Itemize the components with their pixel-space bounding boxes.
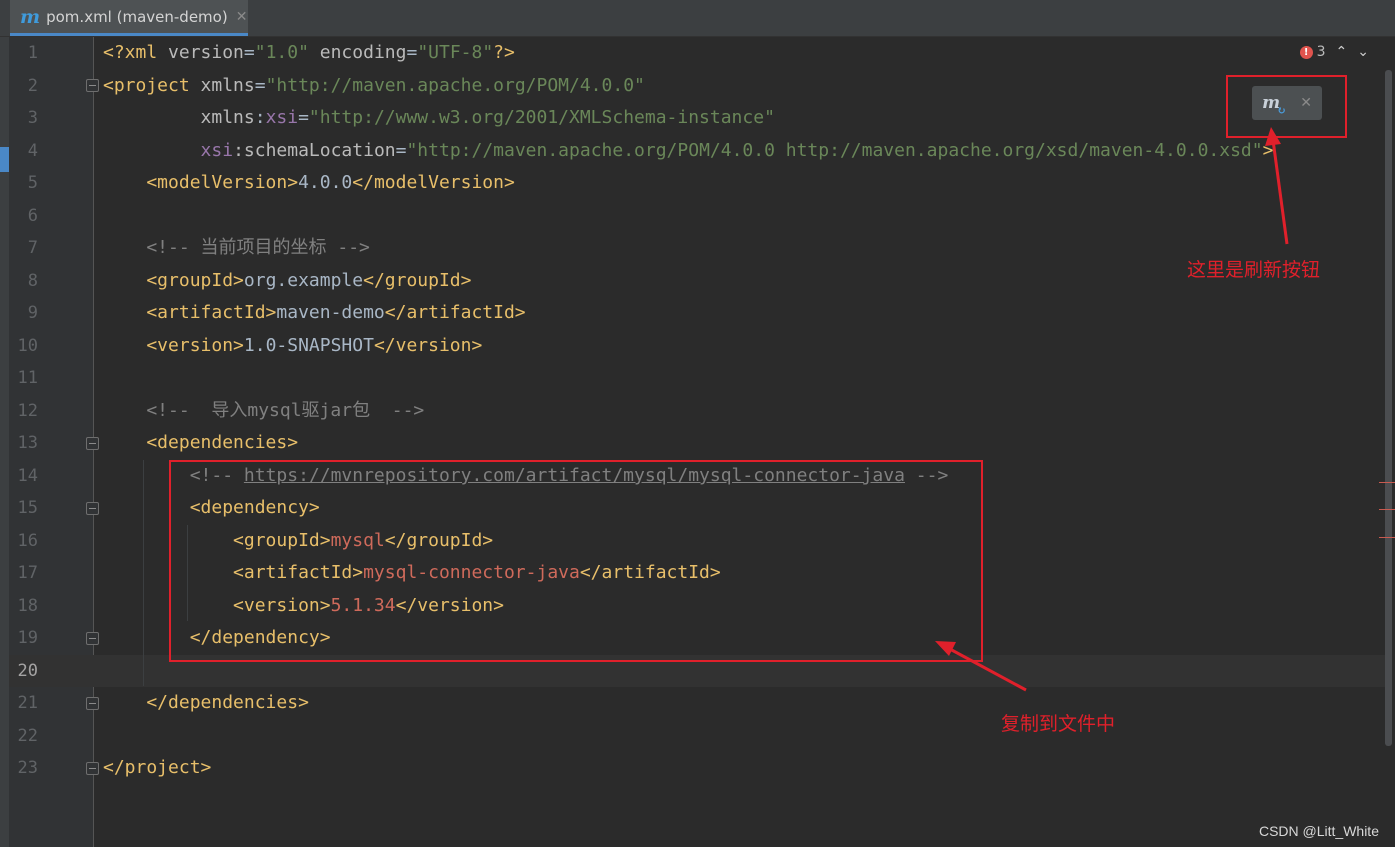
line-number: 19 xyxy=(17,628,38,648)
line-number: 3 xyxy=(27,108,38,128)
line-number: 21 xyxy=(17,693,38,713)
error-stripe-mark[interactable] xyxy=(1379,482,1395,483)
fold-marker[interactable] xyxy=(86,437,99,450)
code-line-21[interactable]: </dependencies> xyxy=(103,687,309,719)
code-line-1[interactable]: <?xml version="1.0" encoding="UTF-8"?> xyxy=(103,37,515,69)
next-highlight-icon[interactable]: ⌄ xyxy=(1357,44,1369,60)
error-count: 3 xyxy=(1316,44,1326,60)
vertical-scrollbar[interactable] xyxy=(1385,70,1392,746)
line-number: 13 xyxy=(17,433,38,453)
code-line-4[interactable]: xsi:schemaLocation="http://maven.apache.… xyxy=(103,135,1274,167)
code-line-5[interactable]: <modelVersion>4.0.0</modelVersion> xyxy=(103,167,514,199)
fold-marker[interactable] xyxy=(86,697,99,710)
line-number: 8 xyxy=(27,271,38,291)
line-number: 6 xyxy=(27,206,38,226)
dependency-highlight-box xyxy=(169,460,983,662)
code-line-2[interactable]: <project xmlns="http://maven.apache.org/… xyxy=(103,70,645,102)
tab-close-icon[interactable]: ✕ xyxy=(236,9,248,25)
fold-marker[interactable] xyxy=(86,762,99,775)
tab-pom-xml[interactable]: m pom.xml (maven-demo) ✕ xyxy=(10,0,248,36)
code-line-23[interactable]: </project> xyxy=(103,752,211,784)
refresh-highlight-box xyxy=(1226,75,1347,138)
code-line-13[interactable]: <dependencies> xyxy=(103,427,298,459)
refresh-annotation: 这里是刷新按钮 xyxy=(1187,259,1321,281)
line-number: 23 xyxy=(17,758,38,778)
inspection-widget[interactable]: ! 3 ⌃ ⌄ xyxy=(1299,44,1369,60)
line-number: 18 xyxy=(17,596,38,616)
editor-tab-bar: m pom.xml (maven-demo) ✕ xyxy=(0,0,1395,37)
line-number: 15 xyxy=(17,498,38,518)
previous-highlight-icon[interactable]: ⌃ xyxy=(1336,44,1348,60)
code-line-8[interactable]: <groupId>org.example</groupId> xyxy=(103,265,471,297)
error-stripe-mark[interactable] xyxy=(1379,537,1395,538)
line-number: 10 xyxy=(17,336,38,356)
line-number: 2 xyxy=(27,76,38,96)
tab-label: pom.xml (maven-demo) xyxy=(46,7,228,26)
line-number: 14 xyxy=(17,466,38,486)
line-number: 11 xyxy=(17,368,38,388)
line-number: 5 xyxy=(27,173,38,193)
error-stripe-mark[interactable] xyxy=(1379,509,1395,510)
line-number: 16 xyxy=(17,531,38,551)
left-tool-strip xyxy=(0,37,9,847)
fold-marker[interactable] xyxy=(86,632,99,645)
line-number: 1 xyxy=(27,43,38,63)
code-line-7[interactable]: <!-- 当前项目的坐标 --> xyxy=(103,232,370,264)
copy-annotation: 复制到文件中 xyxy=(1001,713,1116,735)
tool-strip-marker xyxy=(0,147,9,172)
line-number: 12 xyxy=(17,401,38,421)
line-number: 7 xyxy=(27,238,38,258)
fold-marker[interactable] xyxy=(86,502,99,515)
fold-marker[interactable] xyxy=(86,79,99,92)
watermark: CSDN @Litt_White xyxy=(1258,823,1379,839)
error-icon: ! xyxy=(1299,45,1313,59)
code-line-3[interactable]: xmlns:xsi="http://www.w3.org/2001/XMLSch… xyxy=(103,102,775,134)
line-number: 4 xyxy=(27,141,38,161)
code-line-12[interactable]: <!-- 导入mysql驱jar包 --> xyxy=(103,395,424,427)
line-number: 9 xyxy=(27,303,38,323)
code-line-10[interactable]: <version>1.0-SNAPSHOT</version> xyxy=(103,330,482,362)
code-line-9[interactable]: <artifactId>maven-demo</artifactId> xyxy=(103,297,525,329)
maven-icon: m xyxy=(20,5,41,28)
line-number-current: 20 xyxy=(17,661,38,681)
line-number: 22 xyxy=(17,726,38,746)
line-number: 17 xyxy=(17,563,38,583)
